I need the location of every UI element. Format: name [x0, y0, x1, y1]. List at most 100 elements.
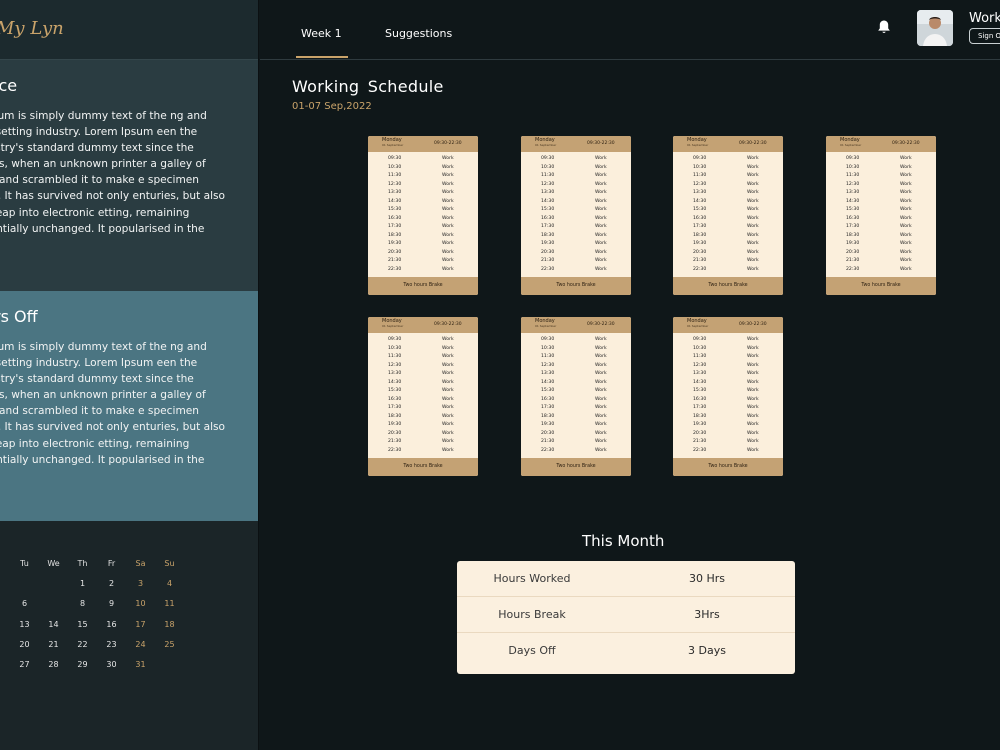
calendar-day[interactable]: 22 [68, 639, 97, 659]
row-time: 10:30 [846, 164, 860, 170]
calendar-day[interactable]: 21 [39, 639, 68, 659]
calendar-day[interactable]: 16 [97, 619, 126, 639]
calendar-day[interactable]: 28 [39, 659, 68, 679]
schedule-row: 14:30 Work [673, 380, 783, 389]
row-activity: Work [747, 345, 759, 351]
schedule-row: 22:30 Work [521, 448, 631, 457]
row-activity: Work [595, 190, 607, 195]
row-activity: Work [747, 388, 759, 393]
calendar-day[interactable]: 10 [126, 598, 155, 618]
row-activity: Work [747, 405, 759, 410]
calendar-day[interactable]: 17 [126, 619, 155, 639]
sign-out-button[interactable]: Sign Out [969, 28, 1000, 44]
calendar-day[interactable] [0, 578, 10, 598]
row-activity: Work [900, 232, 912, 238]
tab-suggestions[interactable]: Suggestions [385, 27, 452, 40]
row-time: 12:30 [846, 181, 860, 187]
calendar-weekday: We [47, 559, 60, 568]
avatar[interactable] [917, 10, 953, 46]
row-activity: Work [595, 430, 607, 436]
row-time: 09:30 [541, 337, 555, 342]
schedule-card[interactable]: Monday 01 September 09:30-22:30 09:30 Work 10… [521, 136, 631, 295]
row-time: 15:30 [541, 207, 555, 212]
bell-icon[interactable] [877, 19, 891, 35]
calendar-day[interactable]: 3 [126, 578, 155, 598]
schedule-row: 12:30 Work [826, 182, 936, 191]
calendar-day[interactable]: 30 [97, 659, 126, 679]
calendar-day[interactable] [39, 578, 68, 598]
schedule-card[interactable]: Monday 01 September 09:30-22:30 09:30 Work 10… [826, 136, 936, 295]
card-header: Monday 01 September 09:30-22:30 [521, 136, 631, 152]
calendar-day[interactable]: 8 [68, 598, 97, 618]
calendar-day[interactable]: 18 [155, 619, 184, 639]
row-activity: Work [595, 371, 607, 376]
calendar-day[interactable] [0, 619, 10, 639]
row-time: 21:30 [388, 258, 402, 263]
tab-week-1[interactable]: Week 1 [301, 27, 342, 40]
card-hours: 09:30-22:30 [587, 322, 615, 327]
schedule-row: 18:30 Work [826, 233, 936, 242]
row-activity: Work [442, 164, 454, 170]
calendar-day[interactable]: 15 [68, 619, 97, 639]
calendar-day[interactable]: 31 [126, 659, 155, 679]
schedule-card[interactable]: Monday 01 September 09:30-22:30 09:30 Work 10… [368, 136, 478, 295]
calendar-day[interactable]: 25 [155, 639, 184, 659]
schedule-card[interactable]: Monday 01 September 09:30-22:30 09:30 Work 10… [368, 317, 478, 476]
row-time: 18:30 [541, 232, 555, 238]
schedule-row: 16:30 Work [521, 216, 631, 225]
schedule-row: 10:30 Work [673, 165, 783, 174]
calendar-day[interactable]: 23 [97, 639, 126, 659]
row-time: 14:30 [541, 379, 555, 385]
calendar-day[interactable]: 27 [10, 659, 39, 679]
row-time: 20:30 [388, 249, 402, 255]
schedule-card[interactable]: Monday 01 September 09:30-22:30 09:30 Work 10… [521, 317, 631, 476]
schedule-row: 17:30 Work [368, 224, 478, 233]
row-activity: Work [747, 379, 759, 385]
row-time: 19:30 [693, 241, 707, 246]
row-time: 16:30 [693, 215, 707, 221]
calendar-day[interactable]: 4 [155, 578, 184, 598]
schedule-row: 21:30 Work [673, 439, 783, 448]
row-activity: Work [900, 266, 912, 272]
calendar-weekday: Su [164, 559, 175, 568]
schedule-row: 21:30 Work [521, 258, 631, 267]
calendar-day[interactable]: 29 [68, 659, 97, 679]
schedule-card[interactable]: Monday 01 September 09:30-22:30 09:30 Work 10… [673, 136, 783, 295]
notice-title: ice [0, 76, 18, 95]
calendar-day[interactable]: 9 [97, 598, 126, 618]
card-rows: 09:30 Work 10:30 Work 11:30 Work 12:30 Work 13:3… [521, 156, 631, 275]
days-off-panel[interactable]: rs Off n Ipsum is simply dummy text of t… [0, 291, 258, 521]
card-hours: 09:30-22:30 [739, 322, 767, 327]
calendar-day[interactable] [39, 598, 68, 618]
row-time: 19:30 [388, 422, 402, 427]
brand-logo-text[interactable]: My Lyn [0, 18, 64, 39]
calendar-day[interactable]: 11 [155, 598, 184, 618]
sidebar: My Lyn ice n Ipsum is simply dummy text … [0, 0, 259, 750]
schedule-card[interactable]: Monday 01 September 09:30-22:30 09:30 Work 10… [673, 317, 783, 476]
calendar-day[interactable]: 6 [10, 598, 39, 618]
row-activity: Work [595, 362, 607, 368]
row-time: 14:30 [846, 198, 860, 204]
calendar-day[interactable]: 14 [39, 619, 68, 639]
calendar-day[interactable] [0, 639, 10, 659]
row-time: 11:30 [541, 354, 555, 359]
calendar-day[interactable] [10, 578, 39, 598]
row-activity: Work [442, 354, 454, 359]
calendar-day[interactable]: 13 [10, 619, 39, 639]
schedule-row: 20:30 Work [826, 250, 936, 259]
row-time: 22:30 [693, 447, 707, 453]
row-time: 15:30 [846, 207, 860, 212]
user-name: Work [969, 11, 1000, 26]
calendar-day[interactable] [0, 659, 10, 679]
row-time: 13:30 [388, 190, 402, 195]
calendar-day[interactable]: 20 [10, 639, 39, 659]
schedule-row: 10:30 Work [521, 165, 631, 174]
calendar-day[interactable]: 2 [97, 578, 126, 598]
card-break-label: Two hours Brake [556, 283, 596, 288]
calendar-day[interactable] [0, 598, 10, 618]
calendar-day[interactable]: 1 [68, 578, 97, 598]
summary-row-hours-worked: Hours Worked 30 Hrs [457, 561, 795, 597]
calendar-day[interactable] [155, 659, 184, 679]
row-time: 13:30 [693, 190, 707, 195]
calendar-day[interactable]: 24 [126, 639, 155, 659]
